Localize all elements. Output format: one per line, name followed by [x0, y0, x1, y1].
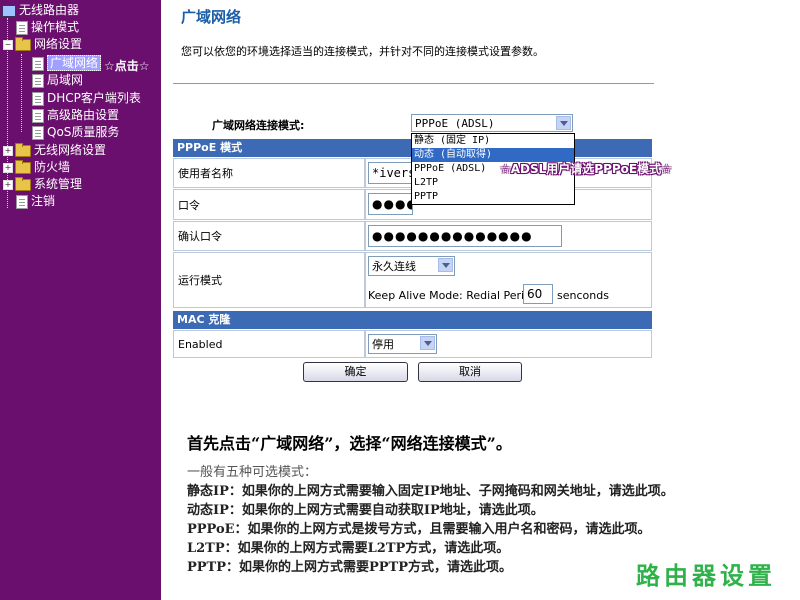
keepalive-label: Keep Alive Mode: Redial Period	[368, 289, 538, 302]
instructions-line: PPPoE：如果你的上网方式是拨号方式，且需要输入用户名和密码，请选此项。	[187, 522, 651, 537]
sidebar-item-firewall[interactable]: + 防火墙	[3, 159, 70, 176]
mac-clone-select[interactable]: 停用	[368, 334, 437, 354]
expand-icon[interactable]: +	[3, 145, 13, 156]
page-title: 广域网络	[181, 8, 242, 26]
sidebar-item-network-settings[interactable]: − 网络设置	[3, 36, 82, 53]
folder-icon	[15, 142, 31, 157]
run-mode-label: 运行模式	[173, 252, 365, 308]
document-icon	[32, 91, 44, 106]
instructions-line: 一般有五种可选模式：	[187, 465, 318, 480]
folder-icon	[15, 159, 31, 174]
document-icon	[32, 125, 44, 140]
expand-icon[interactable]: +	[3, 179, 13, 190]
document-icon	[32, 56, 44, 71]
instructions-line: PPTP：如果你的上网方式需要PPTP方式，请选此项。	[187, 560, 513, 575]
brand-watermark: 路由器设置	[636, 561, 776, 590]
chevron-down-icon	[556, 116, 571, 130]
enabled-label: Enabled	[173, 330, 365, 358]
document-icon	[16, 194, 28, 209]
dropdown-option-pptp[interactable]: PPTP	[412, 190, 574, 204]
sidebar-item-logout[interactable]: 注销	[16, 193, 55, 210]
sidebar-root[interactable]: 无线路由器	[2, 2, 79, 19]
password-label: 口令	[173, 189, 365, 220]
connection-mode-label: 广域网络连接模式:	[212, 119, 305, 132]
tree-line	[21, 54, 22, 132]
cancel-button[interactable]: 取消	[418, 362, 522, 382]
folder-icon	[15, 176, 31, 191]
instructions-line: 静态IP：如果你的上网方式需要输入固定IP地址、子网掩码和网关地址，请选此项。	[187, 484, 674, 499]
connection-mode-select[interactable]: PPPoE (ADSL)	[411, 114, 573, 132]
username-label: 使用者名称	[173, 158, 365, 188]
divider	[173, 83, 654, 84]
username-input[interactable]: *ivers	[368, 162, 413, 184]
confirm-password-input[interactable]: ●●●●●●●●●●●●●●	[368, 225, 562, 247]
sidebar-item-lan[interactable]: 局域网	[32, 72, 83, 89]
sidebar-item-wan[interactable]: 广域网络	[32, 55, 102, 72]
password-input[interactable]: ●●●●●	[368, 193, 413, 215]
document-icon	[32, 73, 44, 88]
expand-icon[interactable]: +	[3, 162, 13, 173]
sidebar-item-system-management[interactable]: + 系统管理	[3, 176, 82, 193]
page-description: 您可以依您的环境选择适当的连接模式，并针对不同的连接模式设置参数。	[181, 45, 544, 58]
document-icon	[32, 108, 44, 123]
sidebar-item-wireless-settings[interactable]: + 无线网络设置	[3, 142, 106, 159]
instructions-line: L2TP：如果你的上网方式需要L2TP方式，请选此项。	[187, 541, 510, 556]
keepalive-unit: senconds	[557, 289, 609, 302]
dropdown-option-static[interactable]: 静态 (固定 IP)	[412, 134, 574, 148]
confirm-password-label: 确认口令	[173, 221, 365, 251]
dropdown-option-l2tp[interactable]: L2TP	[412, 176, 574, 190]
instructions-line: 动态IP：如果你的上网方式需要自动获取IP地址，请选此项。	[187, 503, 544, 518]
sidebar-item-dhcp-clients[interactable]: DHCP客户端列表	[32, 90, 141, 107]
sidebar-nav: 无线路由器 操作模式 − 网络设置 广域网络 ☆点击☆ 局域网 DHCP客户端列表…	[0, 0, 161, 600]
chevron-down-icon	[420, 336, 435, 350]
mac-clone-section-header: MAC 克隆	[173, 311, 652, 329]
collapse-icon[interactable]: −	[3, 39, 13, 50]
sidebar-item-qos[interactable]: QoS质量服务	[32, 124, 119, 141]
folder-open-icon	[15, 36, 31, 51]
chevron-down-icon	[438, 258, 453, 272]
computer-icon	[2, 4, 16, 17]
document-icon	[16, 20, 28, 35]
redial-period-input[interactable]: 60	[523, 284, 553, 304]
run-mode-select[interactable]: 永久连线	[368, 256, 455, 276]
instructions-title: 首先点击“广域网络”，选择“网络连接模式”。	[187, 434, 512, 453]
sidebar-item-advanced-routing[interactable]: 高级路由设置	[32, 107, 119, 124]
adsl-hint-annotation: ☆ADSL用户请选PPPoE模式☆	[500, 162, 672, 176]
sidebar-item-operation-mode[interactable]: 操作模式	[16, 19, 79, 36]
click-hint-annotation: ☆点击☆	[104, 59, 150, 73]
ok-button[interactable]: 确定	[303, 362, 408, 382]
